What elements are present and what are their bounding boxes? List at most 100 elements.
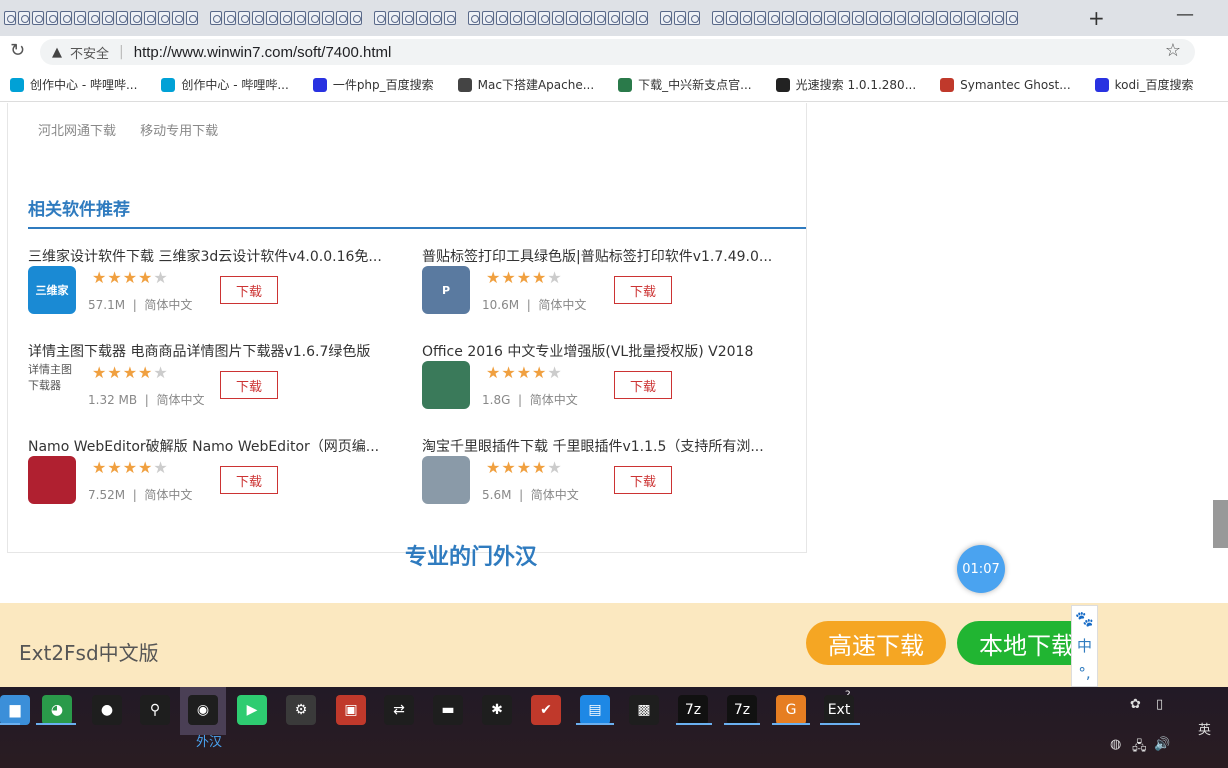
settings-app-icon[interactable]: ⚙ [286,695,316,725]
browser-globe-icon[interactable]: ◕ [42,695,72,725]
tab-favicon-icon[interactable] [1006,11,1018,25]
tab-favicon-icon[interactable] [238,11,250,25]
security-label[interactable]: 不安全 [70,43,109,62]
tab-favicon-icon[interactable] [608,11,620,25]
tab-favicon-icon[interactable] [908,11,920,25]
tab-favicons[interactable] [4,11,1018,25]
tab-favicon-icon[interactable] [768,11,780,25]
tab-favicon-icon[interactable] [894,11,906,25]
software-name-link[interactable]: 详情主图下载器 电商商品详情图片下载器v1.6.7绿色版 [28,341,388,361]
media-player-icon[interactable]: ▶ [237,695,267,725]
tab-favicon-icon[interactable] [430,11,442,25]
battery-icon[interactable]: ▯ [1156,697,1163,712]
tab-favicon-icon[interactable] [280,11,292,25]
tab-favicon-icon[interactable] [622,11,634,25]
tab-favicon-icon[interactable] [782,11,794,25]
bookmark-item[interactable]: Mac下搭建Apache... [457,76,594,93]
software-thumbnail[interactable]: 详情主图下载器 [28,361,76,409]
tab-favicon-icon[interactable] [482,11,494,25]
tab-favicon-icon[interactable] [252,11,264,25]
tab-favicon-icon[interactable] [852,11,864,25]
download-button[interactable]: 下载 [220,371,278,399]
download-button[interactable]: 下载 [220,466,278,494]
bookmark-item[interactable]: Symantec Ghost... [940,77,1071,92]
tab-favicon-icon[interactable] [18,11,30,25]
tab-favicon-icon[interactable] [144,11,156,25]
ime-language-indicator[interactable]: 英 [1198,719,1211,738]
tab-favicon-icon[interactable] [350,11,362,25]
tab-favicon-icon[interactable] [172,11,184,25]
minimize-button[interactable]: — [1176,4,1194,25]
network-icon[interactable]: 🖧 [1132,737,1147,759]
tab-favicon-icon[interactable] [374,11,386,25]
bookmark-item[interactable]: 创作中心 - 哔哩哔... [10,76,137,93]
tab-favicon-icon[interactable] [4,11,16,25]
bookmark-star-icon[interactable]: ☆ [1165,40,1181,61]
tab-favicon-icon[interactable] [688,11,700,25]
tab-favicon-icon[interactable] [754,11,766,25]
bookmark-item[interactable]: 下载_中兴新支点官... [618,76,752,93]
url-text[interactable]: http://www.winwin7.com/soft/7400.html [134,44,392,61]
tab-favicon-icon[interactable] [978,11,990,25]
tab-favicon-icon[interactable] [674,11,686,25]
bookmark-item[interactable]: kodi_百度搜索 [1094,76,1193,93]
ext-app-icon[interactable]: Ext [824,695,854,725]
tab-favicon-icon[interactable] [88,11,100,25]
tab-favicon-icon[interactable] [416,11,428,25]
tab-favicon-icon[interactable] [740,11,752,25]
new-tab-button[interactable]: + [1088,6,1105,30]
tab-favicon-icon[interactable] [102,11,114,25]
bookmark-item[interactable]: 光速搜索 1.0.1.280... [775,76,916,93]
tab-favicon-icon[interactable] [964,11,976,25]
tab-favicon-icon[interactable] [336,11,348,25]
tab-favicon-icon[interactable] [594,11,606,25]
tab-favicon-icon[interactable] [388,11,400,25]
tab-favicon-icon[interactable] [566,11,578,25]
tab-favicon-icon[interactable] [32,11,44,25]
timer-badge[interactable]: 01:07 [957,545,1005,593]
tab-favicon-icon[interactable] [538,11,550,25]
warning-icon[interactable]: ▲ [52,45,62,60]
tab-favicon-icon[interactable] [796,11,808,25]
ime-chinese-mode[interactable]: 中 [1077,635,1092,656]
tab-favicon-icon[interactable] [468,11,480,25]
bookmark-item[interactable]: 一件php_百度搜索 [312,76,434,93]
software-thumbnail[interactable] [422,456,470,504]
software-name-link[interactable]: 三维家设计软件下载 三维家3d云设计软件v4.0.0.16免... [28,246,388,266]
flower-icon[interactable]: ✿ [1130,697,1141,712]
software-thumbnail[interactable] [422,361,470,409]
puzzle-app-icon[interactable]: ✱ [482,695,512,725]
tab-favicon-icon[interactable] [496,11,508,25]
tab-favicon-icon[interactable] [294,11,306,25]
tab-favicon-icon[interactable] [636,11,648,25]
software-name-link[interactable]: Namo WebEditor破解版 Namo WebEditor（网页编... [28,436,388,456]
camera-app-icon[interactable]: ● [92,695,122,725]
url-box[interactable]: ▲ 不安全 | http://www.winwin7.com/soft/7400… [40,39,1195,65]
ime-toolbar[interactable]: 🐾 中 °, [1071,605,1098,687]
paw-icon[interactable]: 🐾 [1075,610,1094,628]
7zip-icon[interactable]: 7z [727,695,757,725]
tab-favicon-icon[interactable] [552,11,564,25]
tab-favicon-icon[interactable] [266,11,278,25]
globe-icon[interactable]: ◍ [1110,737,1121,752]
tab-favicon-icon[interactable] [402,11,414,25]
search-app-icon[interactable]: ⚲ [140,695,170,725]
software-name-link[interactable]: 普贴标签打印工具绿色版|普贴标签打印软件v1.7.49.0... [422,246,782,266]
app-icon[interactable]: ▣ [336,695,366,725]
bookmark-item[interactable]: 创作中心 - 哔哩哔... [161,76,289,93]
volume-icon[interactable]: 🔊 [1154,737,1170,752]
network-app-icon[interactable]: ⇄ [384,695,414,725]
mirror-link[interactable]: 移动专用下载 [140,124,218,139]
tab-favicon-icon[interactable] [46,11,58,25]
software-name-link[interactable]: 淘宝千里眼插件下载 千里眼插件v1.1.5（支持所有浏... [422,436,782,456]
7zip-icon[interactable]: 7z [678,695,708,725]
window-app-icon[interactable]: ▤ [580,695,610,725]
download-button[interactable]: 下载 [614,276,672,304]
tab-favicon-icon[interactable] [308,11,320,25]
tab-favicon-icon[interactable] [444,11,456,25]
tab-favicon-icon[interactable] [116,11,128,25]
tab-favicon-icon[interactable] [866,11,878,25]
tab-favicon-icon[interactable] [810,11,822,25]
folder-icon[interactable]: ▬ [433,695,463,725]
software-name-link[interactable]: Office 2016 中文专业增强版(VL批量授权版) V2018 [422,341,782,361]
